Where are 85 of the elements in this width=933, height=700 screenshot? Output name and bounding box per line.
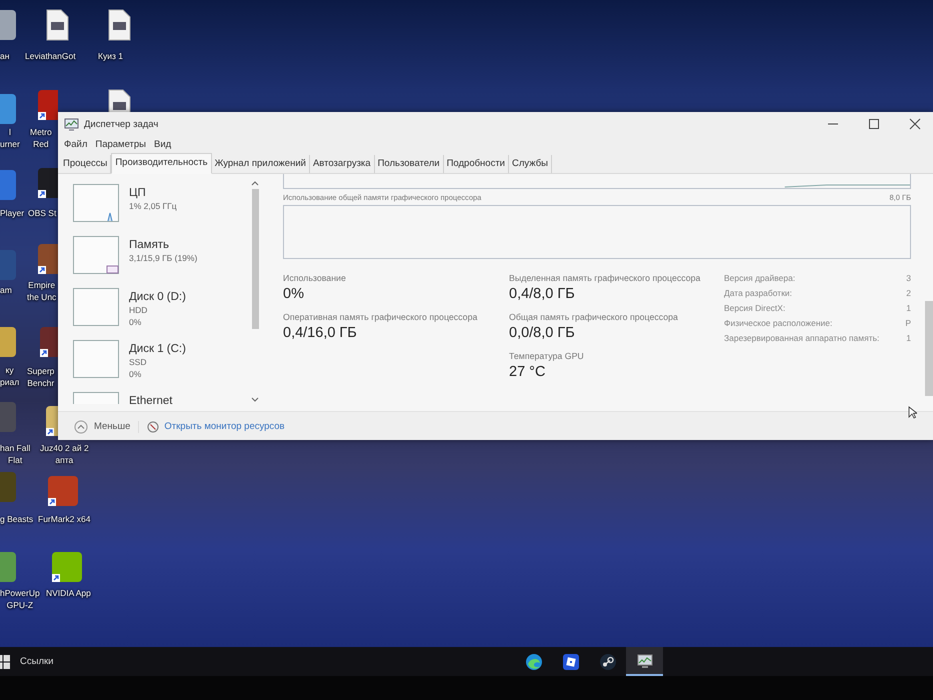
resource-detail: 0%: [129, 316, 142, 328]
app-shortcut-icon[interactable]: [36, 242, 58, 276]
resource-monitor-link[interactable]: Открыть монитор ресурсов: [164, 421, 285, 432]
usage-thumbnail-graph[interactable]: [73, 184, 119, 222]
tab[interactable]: Автозагрузка: [310, 155, 375, 173]
stat-value: 0,4/16,0 ГБ: [283, 324, 358, 343]
stat-label: Использование: [283, 272, 347, 284]
app-shortcut-icon[interactable]: [36, 166, 58, 200]
usage-thumbnail-graph[interactable]: [73, 340, 119, 378]
resource-title[interactable]: Ethernet: [129, 394, 172, 404]
maximize-icon[interactable]: [867, 117, 881, 131]
desktop-icon-label[interactable]: g Beasts: [0, 513, 34, 525]
desktop-icon-label[interactable]: l urner: [0, 126, 20, 150]
desktop-icon-label[interactable]: Empire the Unc: [27, 279, 56, 303]
tab[interactable]: Подробности: [444, 155, 509, 173]
collapse-button[interactable]: Меньше: [74, 420, 130, 434]
resource-title[interactable]: Диск 1 (C:): [129, 342, 186, 356]
desktop-icon-label[interactable]: OBS St: [28, 207, 56, 219]
resource-detail: SSD: [129, 356, 148, 368]
property-value: Р: [905, 317, 911, 329]
windows-logo-icon[interactable]: [0, 654, 10, 668]
property-label: Физическое расположение:: [724, 317, 832, 329]
tab[interactable]: Пользователи: [374, 155, 444, 173]
tab[interactable]: Производительность: [111, 153, 212, 174]
stat-label: Оперативная память графического процессора: [283, 311, 478, 323]
usage-thumbnail-graph[interactable]: [73, 288, 119, 326]
app-shortcut-icon[interactable]: [38, 325, 58, 359]
close-icon[interactable]: [908, 117, 922, 131]
property-label: Зарезервированная аппаратно память:: [724, 332, 880, 344]
browser-swirl-icon: [524, 652, 542, 670]
resource-detail: 1% 2,05 ГГц: [129, 200, 177, 212]
desktop-icon-label[interactable]: NVIDIA App: [46, 587, 91, 599]
links-toolbar-label[interactable]: Ссылки: [20, 656, 54, 667]
resource-detail: 3,1/15,9 ГБ (19%): [129, 252, 198, 264]
stat-value: 0,0/8,0 ГБ: [509, 324, 576, 343]
menu-item[interactable]: Вид: [150, 139, 176, 150]
desktop-icon-label[interactable]: ку риал: [0, 364, 20, 388]
resource-title[interactable]: ЦП: [129, 186, 177, 200]
scroll-up-icon[interactable]: [251, 180, 259, 186]
usage-thumbnail-graph[interactable]: [73, 236, 119, 274]
menu-item[interactable]: Параметры: [91, 139, 150, 150]
square-app-icon: [562, 652, 580, 670]
monitor-graph-icon: [636, 652, 654, 670]
window-title: Диспетчер задач: [84, 118, 158, 130]
scrollbar-thumb[interactable]: [924, 301, 932, 396]
scrollbar-thumb[interactable]: [252, 189, 258, 329]
property-value: 3: [906, 272, 911, 284]
app-shortcut-icon[interactable]: [46, 474, 80, 508]
scroll-down-icon[interactable]: [251, 397, 259, 403]
desktop-icon-label[interactable]: LeviathanGot: [25, 50, 76, 62]
stat-label: Температура GPU: [509, 350, 585, 362]
desktop-icon-label[interactable]: ан: [0, 50, 10, 62]
tab[interactable]: Службы: [509, 155, 552, 173]
desktop-icon-label[interactable]: FurMark2 x64: [38, 513, 90, 525]
desktop-icon-label[interactable]: Player: [0, 207, 24, 219]
property-value: 1: [906, 302, 911, 314]
stat-value: 0,4/8,0 ГБ: [509, 285, 576, 304]
resource-title[interactable]: Память: [129, 238, 198, 252]
menu-item[interactable]: Файл: [60, 139, 92, 150]
desktop-icon-label[interactable]: Superp Benchr: [27, 365, 54, 389]
app-shortcut-icon[interactable]: [50, 550, 84, 584]
tab[interactable]: Журнал приложений: [212, 155, 310, 173]
desktop-icon-label[interactable]: Juz40 2 ай 2 апта: [40, 442, 89, 466]
property-label: Версия драйвера:: [724, 272, 796, 284]
app-shortcut-icon[interactable]: [44, 404, 58, 438]
desktop-icon-label[interactable]: Куиз 1: [98, 50, 123, 62]
property-label: Дата разработки:: [724, 287, 792, 299]
taskbar-app-button[interactable]: [626, 647, 663, 676]
stat-label: Общая память графического процессора: [509, 311, 679, 323]
chevron-up-icon: [74, 420, 88, 434]
stat-value: 27 °C: [509, 363, 546, 382]
desktop-icon-label[interactable]: han Fall Flat: [0, 442, 30, 466]
desktop-icon-label[interactable]: am: [0, 284, 12, 296]
app-shortcut-icon[interactable]: [36, 88, 58, 122]
property-label: Версия DirectX:: [724, 302, 786, 314]
property-value: 1: [906, 332, 911, 344]
stat-value: 0%: [283, 285, 305, 304]
desktop-icon-label[interactable]: hPowerUp GPU-Z: [0, 587, 40, 611]
desktop-icon-label[interactable]: Metro Red: [30, 126, 52, 150]
task-manager-app-icon: [64, 118, 79, 130]
stat-label: Выделенная память графического процессора: [509, 272, 702, 284]
resource-detail: HDD: [129, 304, 148, 316]
resource-title[interactable]: Диск 0 (D:): [129, 290, 186, 304]
property-value: 2: [906, 287, 911, 299]
resource-detail: 0%: [129, 368, 142, 380]
